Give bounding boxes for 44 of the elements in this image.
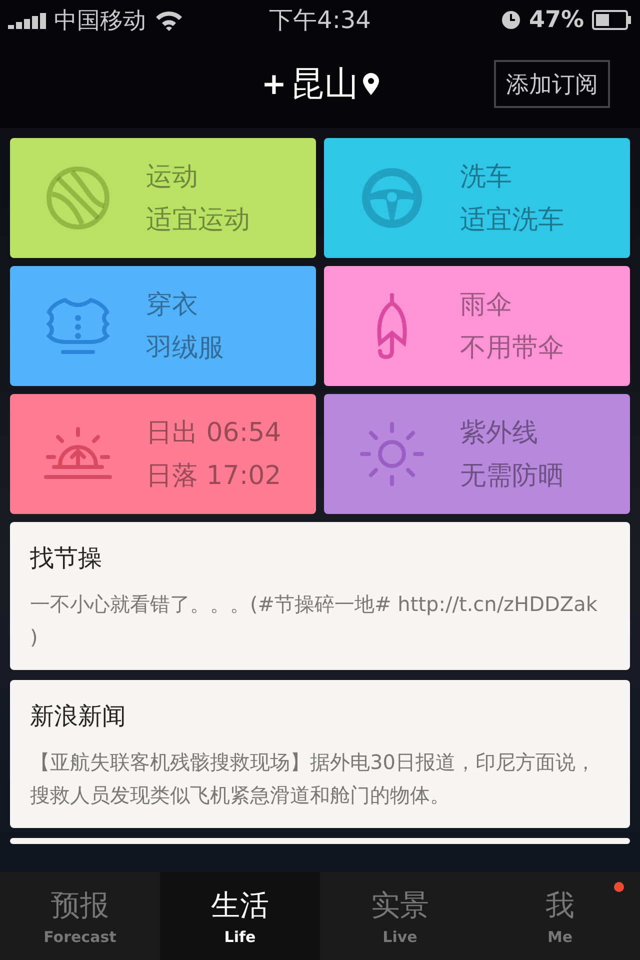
tab-item[interactable]: 实景 Live xyxy=(320,872,480,960)
sunrise-icon xyxy=(44,427,112,481)
tile-value: 日落 17:02 xyxy=(146,460,282,493)
battery-icon xyxy=(592,10,632,30)
life-index-tile[interactable]: 洗车 适宜洗车 xyxy=(324,138,630,258)
tile-value: 适宜运动 xyxy=(146,204,250,237)
tile-value: 不用带伞 xyxy=(460,332,564,365)
tile-value: 羽绒服 xyxy=(146,332,224,365)
life-index-tile[interactable]: 紫外线 无需防晒 xyxy=(324,394,630,514)
news-card[interactable]: 新浪新闻 【亚航失联客机残骸搜救现场】据外电30日报道，印尼方面说，搜救人员发现类似飞机紧急滑道和舱门的物体。 xyxy=(10,680,630,828)
battery-percent: 47% xyxy=(528,7,584,33)
clock-time: 下午4:34 xyxy=(269,5,371,36)
card-text: 一不小心就看错了。。。(#节操碎一地# http://t.cn/zHDDZak ) xyxy=(30,591,598,651)
tile-title: 洗车 xyxy=(460,161,513,194)
tile-title: 运动 xyxy=(146,161,199,194)
tile-title: 雨伞 xyxy=(460,289,513,322)
card-title: 新浪新闻 xyxy=(30,701,127,732)
life-index-tile[interactable]: 雨伞 不用带伞 xyxy=(324,266,630,386)
tab-item[interactable]: 生活 Life xyxy=(160,872,320,960)
card-title: 找节操 xyxy=(30,543,103,574)
tab-item[interactable]: 我 Me xyxy=(480,872,640,960)
life-index-tile[interactable]: 穿衣 羽绒服 xyxy=(10,266,316,386)
location-pin-icon xyxy=(362,73,379,95)
coat-icon xyxy=(45,296,111,356)
card-text: 【亚航失联客机残骸搜救现场】据外电30日报道，印尼方面说，搜救人员发现类似飞机紧急滑道和舱门的物体。 xyxy=(30,749,596,809)
basketball-icon xyxy=(46,166,110,230)
tile-title: 紫外线 xyxy=(460,417,539,450)
tile-value: 无需防晒 xyxy=(460,460,564,493)
life-index-tile[interactable]: 运动 适宜运动 xyxy=(10,138,316,258)
tile-title: 穿衣 xyxy=(146,289,199,322)
sun-icon xyxy=(360,422,424,486)
signal-icon xyxy=(8,11,46,29)
tile-value: 适宜洗车 xyxy=(460,204,564,237)
alarm-clock-icon xyxy=(500,10,521,30)
subscribe-button[interactable]: 添加订阅 xyxy=(494,60,610,108)
add-city-plus[interactable]: + xyxy=(261,66,287,102)
life-index-tile[interactable]: 日出 06:54 日落 17:02 xyxy=(10,394,316,514)
tab-item[interactable]: 预报 Forecast xyxy=(0,872,160,960)
news-card[interactable]: 找节操 一不小心就看错了。。。(#节操碎一地# http://t.cn/zHDDZak ) xyxy=(10,522,630,670)
wifi-icon xyxy=(154,9,184,31)
carrier-name: 中国移动 xyxy=(54,6,146,36)
steering-wheel-icon xyxy=(360,166,424,230)
city-title: 昆山 xyxy=(290,63,359,106)
tile-title: 日出 06:54 xyxy=(146,417,282,450)
